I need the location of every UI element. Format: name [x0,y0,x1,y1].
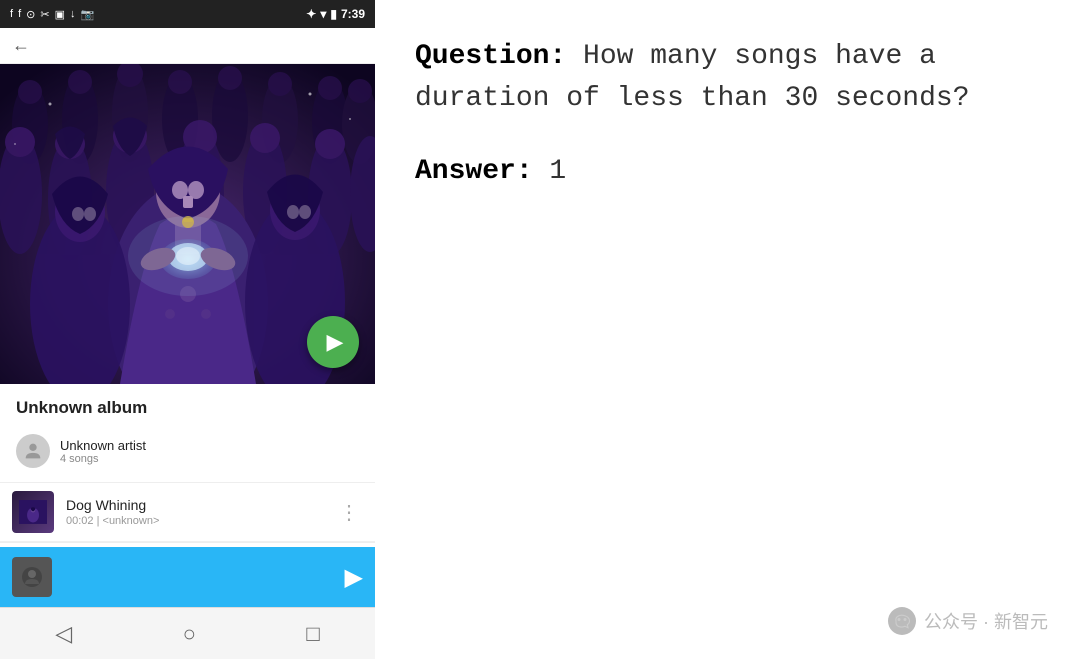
status-icon-6: ↓ [70,8,76,20]
wifi-icon: ▾ [320,7,326,21]
fb-icon-1: f [10,8,13,20]
album-art: ▶ [0,64,375,384]
status-icon-5: ▣ [55,8,65,21]
song-duration-1: 00:02 [66,515,94,527]
fab-play-icon: ▶ [327,329,344,355]
bluetooth-icon: ✦ [306,7,316,21]
song-thumb-art-1 [19,498,47,526]
nav-recents-button[interactable]: □ [282,613,343,655]
playbar-play-button[interactable]: ▶ [345,563,363,592]
nav-back-button[interactable]: ◁ [31,613,96,655]
fb-icon-2: f [18,8,21,20]
artist-songs: 4 songs [60,453,146,465]
nav-bar: ◁ ○ □ [0,607,375,659]
answer-block: Answer: 1 [415,156,1040,187]
question-block: Question: How many songs have a duration… [415,36,1040,120]
song-details-1: Dog Whining 00:02 | <unknown> [66,497,335,527]
song-artist-1: <unknown> [103,515,160,527]
playbar: ▶ [0,547,375,607]
album-info: Unknown album Unknown artist 4 songs [0,384,375,482]
status-icon-3: ⊙ [26,8,35,21]
artist-name: Unknown artist [60,438,146,453]
wechat-icon [888,607,916,635]
song-thumb-1 [12,491,54,533]
album-title: Unknown album [16,398,359,418]
wechat-logo [893,612,911,630]
song-more-button-1[interactable]: ⋮ [335,500,363,525]
status-icon-4: ✂ [40,8,49,21]
artist-avatar [16,434,50,468]
playbar-thumb [12,557,52,597]
person-icon [22,440,44,462]
status-icon-7: 📷 [80,8,94,21]
question-label: Question: [415,41,566,72]
fab-play-button[interactable]: ▶ [307,316,359,368]
song-list: Dog Whining 00:02 | <unknown> ⋮ [0,483,375,547]
song-title-1: Dog Whining [66,497,335,513]
playbar-art [20,565,44,589]
song-item-1[interactable]: Dog Whining 00:02 | <unknown> ⋮ [0,483,375,542]
watermark: 公众号 · 新智元 [888,607,1048,635]
song-meta-1: 00:02 | <unknown> [66,515,335,527]
status-time: 7:39 [341,7,365,21]
artist-row[interactable]: Unknown artist 4 songs [16,428,359,474]
phone-panel: f f ⊙ ✂ ▣ ↓ 📷 ✦ ▾ ▮ 7:39 ← [0,0,375,659]
qa-panel: Question: How many songs have a duration… [375,0,1080,659]
answer-label: Answer: [415,156,533,187]
nav-home-button[interactable]: ○ [159,613,220,655]
watermark-text: 公众号 · 新智元 [924,608,1048,634]
answer-value: 1 [533,156,567,187]
status-bar-left: f f ⊙ ✂ ▣ ↓ 📷 [10,8,94,21]
battery-icon: ▮ [330,7,337,21]
status-bar-right: ✦ ▾ ▮ 7:39 [306,7,365,21]
app-bar: ← [0,28,375,64]
status-bar: f f ⊙ ✂ ▣ ↓ 📷 ✦ ▾ ▮ 7:39 [0,0,375,28]
back-button[interactable]: ← [12,35,30,56]
artist-info: Unknown artist 4 songs [60,438,146,465]
